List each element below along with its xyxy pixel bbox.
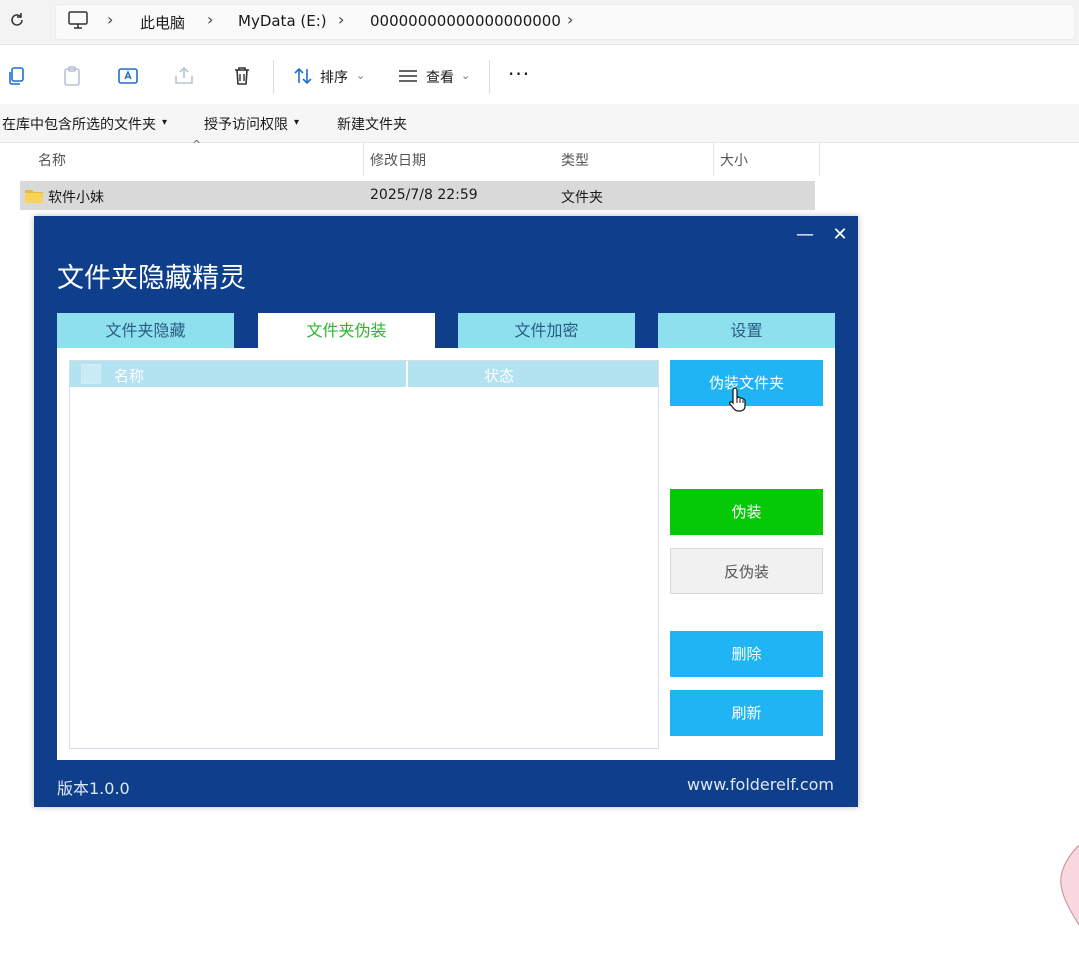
file-type: 文件夹 — [561, 190, 603, 206]
delete-icon[interactable] — [230, 64, 254, 88]
rename-icon[interactable] — [116, 64, 140, 88]
computer-icon[interactable] — [67, 10, 89, 30]
minimize-icon[interactable]: — — [794, 224, 816, 246]
tab-settings[interactable]: 设置 — [658, 313, 835, 348]
command-bar: 排序 ⌄ 查看 ⌄ ··· — [0, 50, 1079, 105]
version-label: 版本1.0.0 — [57, 779, 130, 798]
decorative-shape — [1060, 845, 1079, 925]
paste-icon[interactable] — [60, 64, 84, 88]
chevron-down-icon: ⌄ — [461, 69, 471, 82]
folder-list[interactable]: 名称 状态 — [69, 360, 659, 749]
include-in-library-button[interactable]: 在库中包含所选的文件夹 — [2, 114, 156, 134]
tab-file-encrypt[interactable]: 文件加密 — [458, 313, 635, 348]
sort-up-icon: ^ — [192, 138, 202, 151]
view-button[interactable]: 查看 — [426, 67, 454, 87]
chevron-right-icon: › — [207, 10, 214, 29]
view-icon[interactable] — [396, 64, 420, 88]
refresh-icon[interactable] — [8, 11, 26, 29]
caret-down-icon: ▾ — [294, 117, 300, 128]
secondary-command-bar: 在库中包含所选的文件夹 ▾ 授予访问权限 ▾ 新建文件夹 — [0, 104, 1079, 143]
address-bar: › 此电脑 › MyData (E:) › 000000000000000000… — [0, 0, 1079, 45]
column-header-type[interactable]: 类型 — [561, 150, 589, 170]
breadcrumb-folder[interactable]: 00000000000000000000 — [370, 12, 561, 30]
chevron-right-icon: › — [107, 10, 114, 29]
share-icon[interactable] — [172, 64, 196, 88]
close-icon[interactable]: ✕ — [829, 224, 851, 246]
website-link[interactable]: www.folderelf.com — [687, 775, 834, 794]
column-divider — [406, 361, 408, 387]
more-icon[interactable]: ··· — [508, 62, 530, 86]
grant-access-button[interactable]: 授予访问权限 — [204, 114, 288, 134]
file-modified: 2025/7/8 22:59 — [370, 187, 478, 203]
chevron-down-icon: ⌄ — [356, 69, 366, 82]
caret-down-icon: ▾ — [162, 117, 168, 128]
column-divider[interactable] — [819, 142, 820, 176]
column-divider[interactable] — [363, 142, 364, 176]
app-window: — ✕ 文件夹隐藏精灵 文件夹隐藏 文件夹伪装 文件加密 设置 名称 状态 伪装… — [34, 216, 858, 807]
folder-icon — [25, 190, 43, 203]
column-divider[interactable] — [713, 142, 714, 176]
divider — [489, 60, 490, 94]
column-header-name[interactable]: 名称 — [38, 150, 66, 170]
breadcrumb-drive[interactable]: MyData (E:) — [238, 12, 327, 30]
file-row[interactable]: 软件小妹 2025/7/8 22:59 文件夹 — [20, 181, 815, 210]
new-folder-button[interactable]: 新建文件夹 — [337, 114, 407, 134]
chevron-right-icon: › — [338, 10, 345, 29]
undisguise-button[interactable]: 反伪装 — [670, 548, 823, 594]
list-header-name: 名称 — [114, 367, 145, 385]
breadcrumb-this-pc[interactable]: 此电脑 — [140, 12, 185, 33]
tab-panel: 名称 状态 伪装文件夹 伪装 反伪装 删除 刷新 — [57, 348, 835, 760]
tab-folder-hide[interactable]: 文件夹隐藏 — [57, 313, 234, 348]
delete-button[interactable]: 删除 — [670, 631, 823, 677]
column-header-modified[interactable]: 修改日期 — [370, 150, 426, 170]
column-header-size[interactable]: 大小 — [720, 150, 748, 170]
sort-button[interactable]: 排序 — [320, 67, 348, 87]
tab-folder-disguise[interactable]: 文件夹伪装 — [258, 313, 435, 348]
list-header: 名称 状态 — [70, 361, 658, 387]
sort-icon[interactable] — [291, 64, 315, 88]
file-name: 软件小妹 — [48, 190, 104, 206]
refresh-button[interactable]: 刷新 — [670, 690, 823, 736]
app-title: 文件夹隐藏精灵 — [57, 263, 246, 294]
disguise-button[interactable]: 伪装 — [670, 489, 823, 535]
select-all-checkbox[interactable] — [81, 364, 101, 384]
chevron-right-icon[interactable]: › — [567, 10, 573, 29]
divider — [273, 60, 274, 94]
copy-icon[interactable] — [5, 64, 29, 88]
hand-cursor-icon — [729, 387, 746, 412]
list-header-status: 状态 — [484, 367, 515, 385]
